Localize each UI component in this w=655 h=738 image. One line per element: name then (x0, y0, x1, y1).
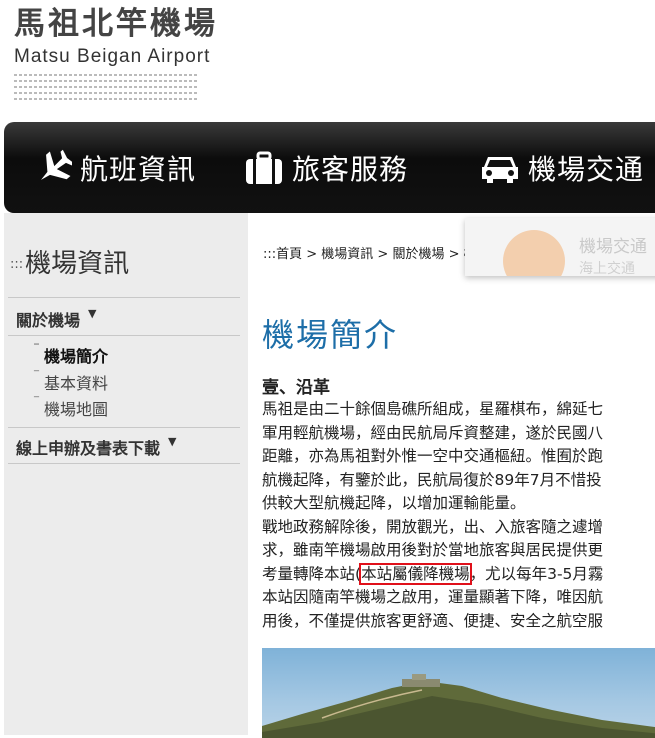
text-line: 本站因隨南竿機場之啟用，運量顯著下降，唯因航 (262, 588, 604, 606)
main-nav: 航班資訊 旅客服務 機場交通 (4, 122, 655, 213)
text-line: 軍用輕航機場，經由民航局斥資整建，遂於民國八 (262, 423, 604, 442)
airport-photo (262, 648, 655, 738)
sidebar: :::機場資訊 關於機場 ▼ ‾ 機場簡介 ‾ 基本資料 ‾ 機場地圖 線上申辦及書表下… (4, 213, 248, 735)
popup-subtitle[interactable]: 海上交通 (579, 258, 635, 276)
text-line: 航機起降，有鑒於此，民航局復於89年7月不惜投 (262, 470, 602, 489)
sidebar-title: :::機場資訊 (10, 243, 129, 280)
sidebar-item-airport-map[interactable]: ‾ 機場地圖 (34, 396, 108, 420)
divider (8, 297, 240, 298)
text-fragment: ，尤以每年3-5月霧 (469, 564, 604, 583)
section-heading: 壹、沿革 (262, 378, 330, 398)
sidebar-section-online-forms[interactable]: 線上申辦及書表下載 ▼ (16, 435, 176, 459)
text-line: 供較大型航機起降，以增加運輸能量。 (262, 494, 526, 512)
logo-decoration (14, 74, 199, 100)
hill-image (262, 674, 655, 738)
dash-icon: ‾ (34, 343, 39, 354)
sidebar-title-text: 機場資訊 (25, 249, 130, 279)
sidebar-item-label: 機場簡介 (44, 347, 109, 366)
paragraph-1: 馬祖是由二十餘個島礁所組成，星羅棋布，綿延七 軍用輕航機場，經由民航局斥資整建，… (262, 398, 655, 633)
nav-label: 航班資訊 (80, 152, 197, 186)
sidebar-item-label: 基本資料 (44, 374, 109, 393)
text-line: 用後，不僅提供旅客更舒適、便捷、安全之航空服 (262, 611, 604, 630)
nav-item-passenger-service[interactable]: 旅客服務 (244, 122, 408, 213)
luggage-icon (246, 151, 282, 184)
text-line: 求，雖南竿機場啟用後對於當地旅客與居民提供更 (262, 541, 604, 559)
dash-icon: ‾ (34, 370, 39, 381)
divider (8, 427, 240, 428)
sidebar-item-intro[interactable]: ‾ 機場簡介 (34, 343, 108, 367)
dots-icon: ::: (10, 257, 24, 272)
logo-chinese-name: 馬祖北竿機場 (14, 6, 218, 42)
sidebar-section-label: 線上申辦及書表下載 (16, 439, 161, 458)
sidebar-item-basic-info[interactable]: ‾ 基本資料 (34, 370, 108, 394)
popup-title: 機場交通 (579, 237, 647, 257)
triangle-down-icon: ▼ (88, 307, 97, 320)
text-line: 考量轉降本站(本站屬儀降機場，尤以每年3-5月霧 (262, 562, 655, 587)
nav-item-flight-info[interactable]: 航班資訊 (32, 122, 196, 213)
nav-label: 機場交通 (528, 152, 645, 186)
airplane-icon (41, 149, 72, 180)
text-line: 距離，亦為馬祖對外惟一空中交通樞紐。惟囿於跑 (262, 447, 604, 465)
text-line: 戰地政務解除後，開放觀光，出、入旅客隨之遽增 (262, 517, 604, 536)
logo-english-name: Matsu Beigan Airport (14, 46, 211, 67)
page-title: 機場簡介 (262, 316, 399, 354)
sidebar-section-about[interactable]: 關於機場 ▼ (16, 307, 96, 331)
dash-icon: ‾ (34, 396, 39, 407)
text-fragment: 考量轉降本站( (262, 564, 362, 583)
car-icon (482, 156, 518, 183)
site-logo[interactable]: 馬祖北竿機場 Matsu Beigan Airport (14, 6, 218, 104)
nav-item-airport-transport[interactable]: 機場交通 (480, 122, 644, 213)
transport-icon (503, 230, 565, 276)
triangle-down-icon: ▼ (168, 435, 177, 448)
divider (8, 463, 240, 464)
nav-label: 旅客服務 (292, 152, 409, 186)
text-line: 馬祖是由二十餘個島礁所組成，星羅棋布，綿延七 (262, 400, 604, 418)
nav-dropdown-popup[interactable]: 機場交通 海上交通 (465, 218, 655, 276)
highlighted-text: 本站屬儀降機場 (359, 562, 472, 585)
sidebar-section-label: 關於機場 (16, 311, 81, 330)
divider (8, 335, 240, 336)
sidebar-item-label: 機場地圖 (44, 400, 109, 419)
